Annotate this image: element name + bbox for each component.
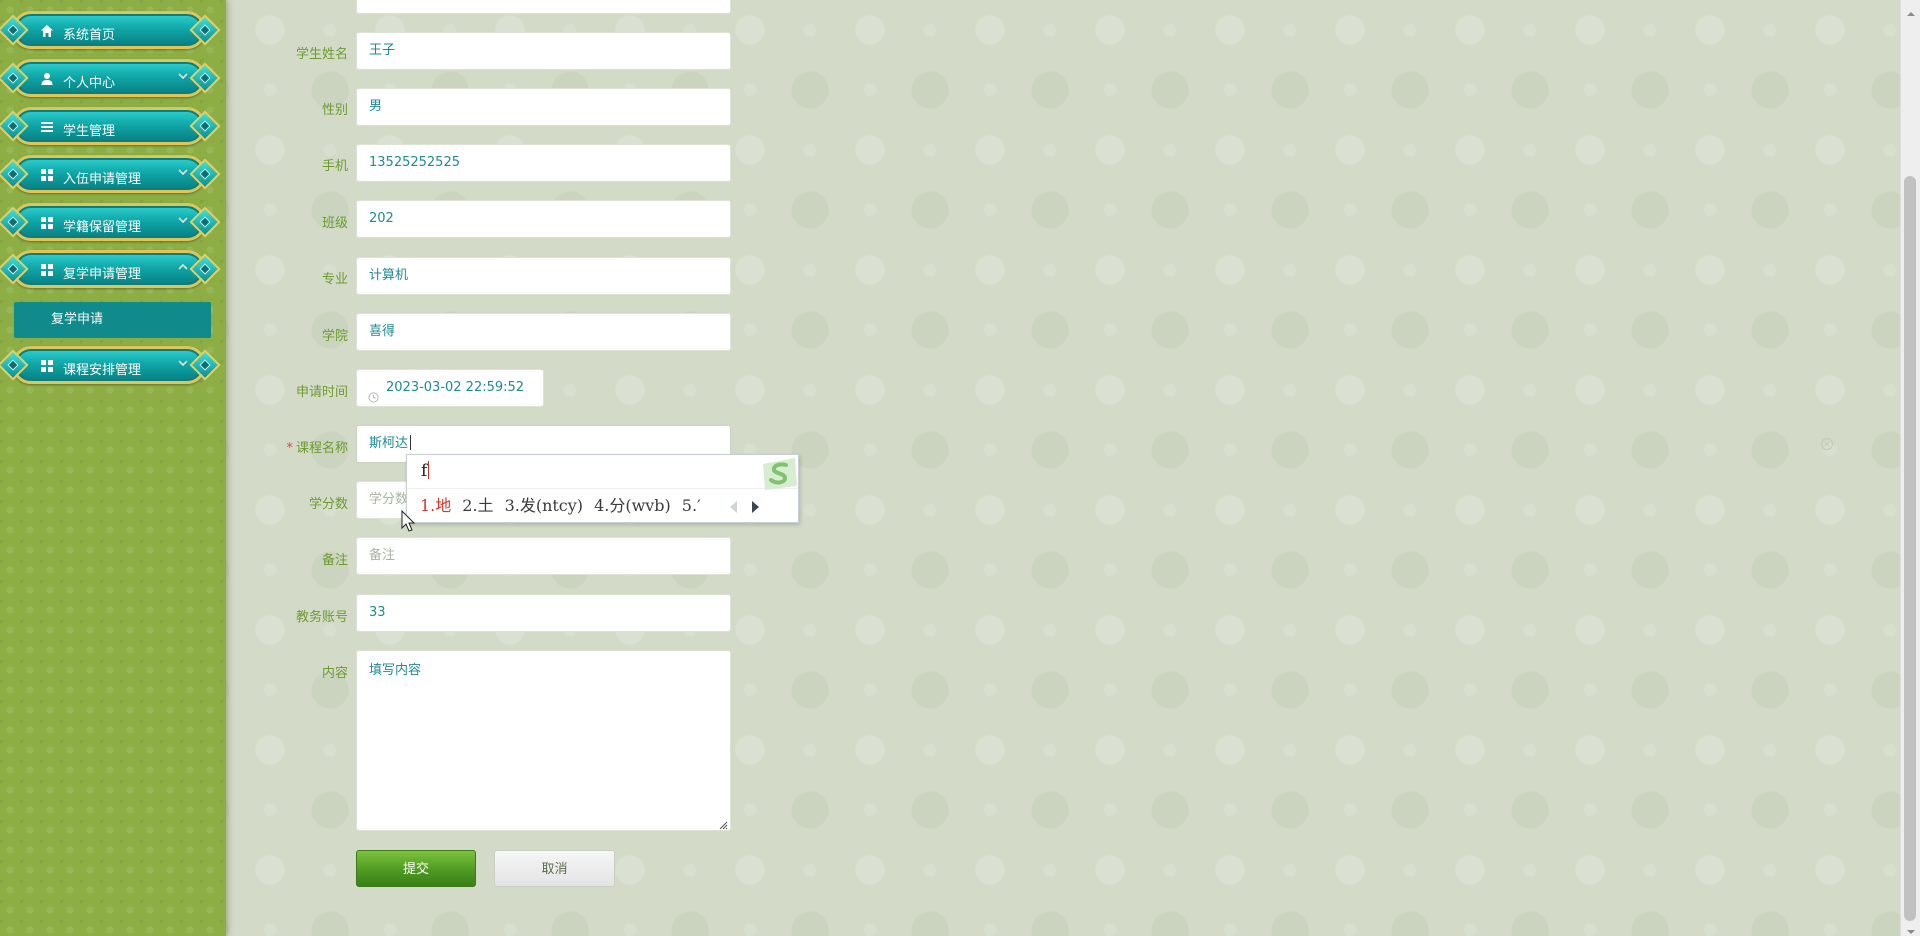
course-name-label: * 课程名称 bbox=[250, 437, 348, 456]
menu-ornament-left bbox=[0, 14, 29, 46]
menu-ornament-left bbox=[0, 206, 29, 238]
chevron-up-icon bbox=[177, 261, 189, 273]
major-label: 专业 bbox=[321, 272, 348, 287]
sidebar-item-personal-center[interactable]: 个人中心 bbox=[0, 59, 221, 97]
grid-icon bbox=[39, 262, 55, 278]
sidebar-item-label: 学生管理 bbox=[63, 124, 116, 139]
menu-ornament-right bbox=[189, 14, 221, 46]
scroll-up-icon[interactable] bbox=[1906, 4, 1916, 16]
sidebar-item-label: 课程安排管理 bbox=[63, 363, 142, 378]
grid-icon bbox=[39, 215, 55, 231]
ime-composition-bar: f bbox=[407, 455, 799, 492]
college-input[interactable]: 喜得 bbox=[356, 313, 731, 351]
remark-input[interactable]: 备注 bbox=[356, 537, 731, 575]
ime-candidate[interactable]: 3.发(ntcy) bbox=[505, 496, 584, 515]
menu-ornament-right bbox=[189, 349, 221, 381]
gender-input[interactable]: 男 bbox=[356, 88, 731, 126]
home-icon bbox=[39, 23, 55, 39]
ime-caret bbox=[428, 461, 430, 479]
cancel-button[interactable]: 取消 bbox=[494, 850, 615, 887]
apply-time-label: 申请时间 bbox=[295, 385, 348, 400]
menu-ornament-left bbox=[0, 62, 29, 94]
sidebar-item-label: 复学申请管理 bbox=[63, 267, 142, 282]
list-icon bbox=[39, 119, 55, 135]
apply-time-input[interactable]: 2023-03-02 22:59:52 bbox=[356, 369, 544, 407]
credits-label: 学分数 bbox=[308, 497, 348, 512]
ime-candidate[interactable]: 1.地 bbox=[420, 496, 451, 515]
college-label: 学院 bbox=[321, 329, 348, 344]
chevron-down-icon bbox=[177, 357, 189, 369]
sidebar-item-enlistment-application[interactable]: 入伍申请管理 bbox=[0, 155, 221, 193]
menu-ornament-right bbox=[189, 62, 221, 94]
ime-candidate[interactable]: 5.′ bbox=[682, 496, 701, 515]
vertical-scrollbar[interactable] bbox=[1900, 0, 1920, 936]
gender-label: 性别 bbox=[321, 103, 348, 118]
student-name-input[interactable]: 王子 bbox=[356, 32, 731, 70]
close-icon[interactable] bbox=[1820, 436, 1834, 450]
content-textarea[interactable]: 填写内容 bbox=[356, 650, 731, 831]
menu-ornament-left bbox=[0, 158, 29, 190]
menu-ornament-right bbox=[189, 158, 221, 190]
sidebar-item-label: 学籍保留管理 bbox=[63, 220, 142, 235]
submenu-item-resumption-apply[interactable]: 复学申请 bbox=[14, 302, 211, 338]
content-label: 内容 bbox=[321, 666, 348, 681]
menu-ornament-right bbox=[189, 253, 221, 285]
sidebar-item-label: 入伍申请管理 bbox=[63, 172, 142, 187]
previous-field[interactable] bbox=[356, 0, 731, 14]
sidebar-item-status-retention[interactable]: 学籍保留管理 bbox=[0, 203, 221, 241]
menu-ornament-right bbox=[189, 206, 221, 238]
sidebar-item-label: 系统首页 bbox=[63, 28, 116, 43]
sidebar-item-course-schedule[interactable]: 课程安排管理 bbox=[0, 346, 221, 384]
mouse-pointer-icon bbox=[401, 509, 417, 534]
required-mark: * bbox=[286, 441, 293, 456]
menu-ornament-left bbox=[0, 253, 29, 285]
ime-prev-page-icon[interactable] bbox=[728, 499, 740, 513]
sidebar-item-home[interactable]: 系统首页 bbox=[0, 11, 221, 49]
chevron-down-icon bbox=[177, 70, 189, 82]
apply-time-value: 2023-03-02 22:59:52 bbox=[386, 380, 525, 395]
chevron-down-icon bbox=[177, 214, 189, 226]
phone-input[interactable]: 13525252525 bbox=[356, 144, 731, 182]
grid-icon bbox=[39, 167, 55, 183]
sidebar-item-student-management[interactable]: 学生管理 bbox=[0, 107, 221, 145]
ime-composition-text: f bbox=[421, 461, 428, 481]
student-name-label: 学生姓名 bbox=[295, 47, 348, 62]
ime-candidate[interactable]: 2.土 bbox=[462, 496, 493, 515]
user-icon bbox=[39, 71, 55, 87]
menu-ornament-left bbox=[0, 110, 29, 142]
ime-candidate-list: 1.地 2.土 3.发(ntcy) 4.分(wvb) 5.′ bbox=[420, 492, 712, 516]
course-name-label-text: 课程名称 bbox=[295, 441, 348, 456]
sidebar: 系统首页 个人中心 学生管理 入伍申请管理 学籍保留管理 复学申请管理 复学申请… bbox=[0, 0, 226, 936]
academic-account-label: 教务账号 bbox=[295, 610, 348, 625]
scrollbar-thumb[interactable] bbox=[1904, 176, 1916, 921]
sogou-logo-icon bbox=[759, 456, 799, 492]
text-caret bbox=[410, 435, 412, 450]
menu-ornament-right bbox=[189, 110, 221, 142]
ime-candidate[interactable]: 4.分(wvb) bbox=[594, 496, 671, 515]
class-label: 班级 bbox=[321, 216, 348, 231]
content-value: 填写内容 bbox=[369, 663, 422, 678]
sidebar-item-label: 个人中心 bbox=[63, 76, 116, 91]
course-name-value: 斯柯达 bbox=[369, 436, 409, 451]
major-input[interactable]: 计算机 bbox=[356, 257, 731, 295]
ime-next-page-icon[interactable] bbox=[749, 499, 761, 513]
class-input[interactable]: 202 bbox=[356, 200, 731, 238]
academic-account-input[interactable]: 33 bbox=[356, 594, 731, 632]
remark-label: 备注 bbox=[321, 553, 348, 568]
menu-ornament-left bbox=[0, 349, 29, 381]
ime-composition: f bbox=[421, 461, 430, 481]
grid-icon bbox=[39, 358, 55, 374]
chevron-down-icon bbox=[177, 166, 189, 178]
submit-button[interactable]: 提交 bbox=[356, 850, 476, 887]
ime-candidate-window: f 1.地 2.土 3.发(ntcy) 4.分(wvb) 5.′ bbox=[406, 454, 799, 523]
resize-grip-icon[interactable] bbox=[718, 818, 728, 830]
scroll-down-icon[interactable] bbox=[1906, 922, 1916, 934]
clock-icon bbox=[368, 382, 379, 403]
phone-label: 手机 bbox=[321, 159, 348, 174]
sidebar-item-resumption-application[interactable]: 复学申请管理 bbox=[0, 250, 221, 288]
